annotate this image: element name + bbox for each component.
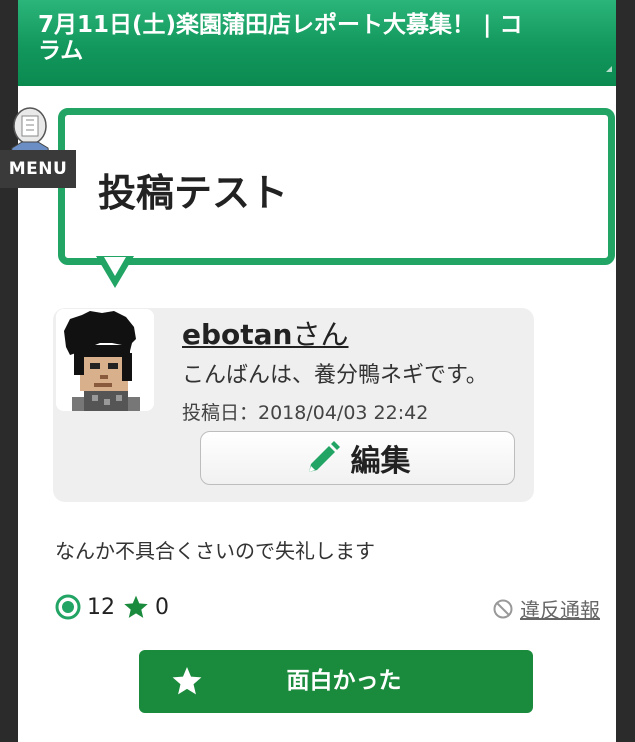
page-header: 7月11日(土)楽園蒲田店レポート大募集！ | コ ラム [18,0,616,86]
post-date: 投稿日：2018/04/03 22:42 [182,402,429,424]
report-label: 違反通報 [520,598,600,622]
funny-button-label: 面白かった [286,668,402,694]
author-bio: こんばんは、養分鴨ネギです。 [182,363,488,388]
target-icon [55,594,81,620]
funny-button[interactable]: 面白かった [139,650,533,713]
star-icon [124,595,148,618]
report-link[interactable]: 違反通報 [492,594,600,623]
header-title-line-2: ラム [38,38,84,64]
menu-label[interactable]: MENU [0,150,76,188]
author-name-suffix: さん [292,318,349,351]
star-count: 0 [155,594,169,620]
target-count: 12 [87,594,115,620]
header-title-line-1: 7月11日(土)楽園蒲田店レポート大募集！ | コ [38,12,523,38]
avatar[interactable] [56,309,154,411]
author-username-link[interactable]: ebotan [182,318,292,351]
stats-row: 12 0 [55,591,177,623]
page: 7月11日(土)楽園蒲田店レポート大募集！ | コ ラム 投稿テスト ebota… [18,0,616,742]
edit-button[interactable]: 編集 [200,431,515,485]
pencil-icon [308,441,340,472]
author-name: ebotanさん [182,313,349,353]
post-body: なんか不具合くさいので失礼します [55,539,375,563]
post-title: 投稿テスト [98,171,289,215]
avatar-image [56,309,154,411]
edit-button-label: 編集 [350,444,411,479]
prohibited-icon [493,599,513,618]
corner-mark-icon [606,66,612,72]
